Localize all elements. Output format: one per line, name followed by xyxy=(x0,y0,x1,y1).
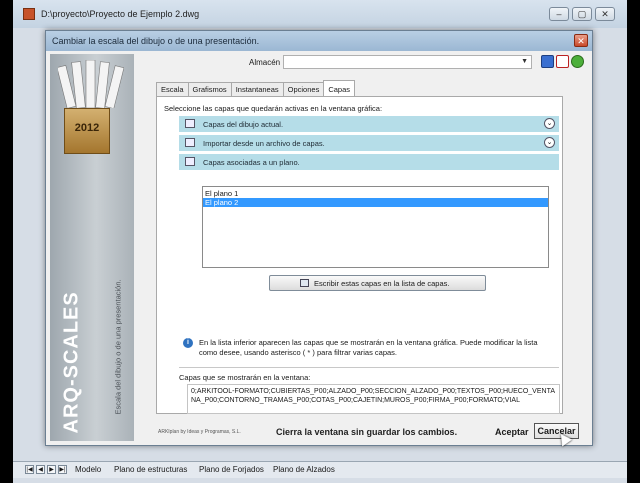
capas-instruction: Seleccione las capas que quedarán activa… xyxy=(164,104,383,113)
rulers-illustration xyxy=(58,60,124,108)
product-sidebar: 2012 ARQ-SCALES Escala del dibujo o de u… xyxy=(50,54,134,441)
dialog-close-button[interactable]: ✕ xyxy=(574,34,588,47)
tab-grafismos[interactable]: Grafismos xyxy=(187,82,232,96)
section-label: Capas asociadas a un plano. xyxy=(203,158,300,167)
sheet-tab-estructuras[interactable]: Plano de estructuras xyxy=(114,464,187,476)
chevron-down-icon[interactable]: ⌄ xyxy=(544,137,555,148)
chevron-down-icon: ▼ xyxy=(521,58,528,65)
planos-list[interactable]: El plano 1 El plano 2 xyxy=(202,186,549,268)
layers-textarea[interactable]: 0;ARKITOOL-FORMATO;CUBIERTAS_P00;ALZADO_… xyxy=(187,384,560,414)
import-icon xyxy=(185,138,195,147)
sheet-tab-alzados[interactable]: Plano de Alzados xyxy=(273,464,335,476)
divider xyxy=(179,367,559,368)
tab-opciones[interactable]: Opciones xyxy=(282,82,325,96)
window-titlebar: D:\proyecto\Proyecto de Ejemplo 2.dwg – … xyxy=(13,0,627,28)
layers-icon xyxy=(185,119,195,128)
section-label: Importar desde un archivo de capas. xyxy=(203,139,325,148)
product-box-icon: 2012 xyxy=(64,108,110,154)
add-icon[interactable] xyxy=(571,55,584,68)
section-capas-plano[interactable]: Capas asociadas a un plano. xyxy=(179,154,559,170)
list-item[interactable]: El plano 1 xyxy=(203,189,548,198)
product-year: 2012 xyxy=(74,122,100,134)
write-list-icon xyxy=(300,279,309,287)
layout-tab-bar: |◀ ◀ ▶ ▶| Modelo Plano de estructuras Pl… xyxy=(13,461,627,478)
nav-prev-button[interactable]: ◀ xyxy=(36,465,45,474)
accept-button[interactable]: Aceptar xyxy=(495,427,529,437)
credit-text: ARKIplan by Ideas y Programas, S.L. xyxy=(158,429,241,435)
dialog-titlebar: Cambiar la escala del dibujo o de una pr… xyxy=(46,31,592,51)
product-name: ARQ-SCALES xyxy=(60,291,83,434)
window-close-button[interactable]: ✕ xyxy=(595,7,615,21)
sheet-tab-modelo[interactable]: Modelo xyxy=(75,464,101,476)
info-note: i En la lista inferior aparecen las capa… xyxy=(183,338,553,358)
app-icon xyxy=(23,8,35,20)
chevron-down-icon[interactable]: ⌄ xyxy=(544,118,555,129)
section-label: Capas del dibujo actual. xyxy=(203,120,284,129)
status-text: Cierra la ventana sin guardar los cambio… xyxy=(276,427,458,437)
dialog-title: Cambiar la escala del dibujo o de una pr… xyxy=(52,36,260,46)
nav-first-button[interactable]: |◀ xyxy=(25,465,34,474)
sheet-tab-forjados[interactable]: Plano de Forjados xyxy=(199,464,264,476)
maximize-button[interactable]: ▢ xyxy=(572,7,592,21)
layers-plan-icon xyxy=(185,157,195,166)
minimize-button[interactable]: – xyxy=(549,7,569,21)
almacen-label: Almacén xyxy=(249,58,281,67)
delete-icon[interactable] xyxy=(556,55,569,68)
tab-bar: Escala Grafismos Instantaneas Opciones C… xyxy=(156,80,356,96)
info-text: En la lista inferior aparecen las capas … xyxy=(199,338,538,357)
desktop-screen: D:\proyecto\Proyecto de Ejemplo 2.dwg – … xyxy=(13,0,627,483)
almacen-combo[interactable]: ▼ xyxy=(283,55,532,69)
section-capas-dibujo[interactable]: Capas del dibujo actual. ⌄ xyxy=(179,116,559,132)
product-subtitle: Escala del dibujo o de una presentación. xyxy=(113,279,123,415)
save-icon[interactable] xyxy=(541,55,554,68)
write-layers-button[interactable]: Escribir estas capas en la lista de capa… xyxy=(269,275,486,291)
tab-escala[interactable]: Escala xyxy=(156,82,189,96)
scale-dialog: Cambiar la escala del dibujo o de una pr… xyxy=(45,30,593,447)
section-importar-archivo[interactable]: Importar desde un archivo de capas. ⌄ xyxy=(179,135,559,151)
write-layers-label: Escribir estas capas en la lista de capa… xyxy=(314,279,450,288)
window-title: D:\proyecto\Proyecto de Ejemplo 2.dwg xyxy=(41,9,200,19)
tab-capas[interactable]: Capas xyxy=(323,80,356,96)
tab-instantaneas[interactable]: Instantaneas xyxy=(230,82,284,96)
list-item-selected[interactable]: El plano 2 xyxy=(203,198,548,207)
capas-panel: Seleccione las capas que quedarán activa… xyxy=(156,96,563,414)
layers-label: Capas que se mostrarán en la ventana: xyxy=(179,373,311,382)
info-icon: i xyxy=(183,338,193,348)
nav-next-button[interactable]: ▶ xyxy=(47,465,56,474)
nav-last-button[interactable]: ▶| xyxy=(58,465,67,474)
